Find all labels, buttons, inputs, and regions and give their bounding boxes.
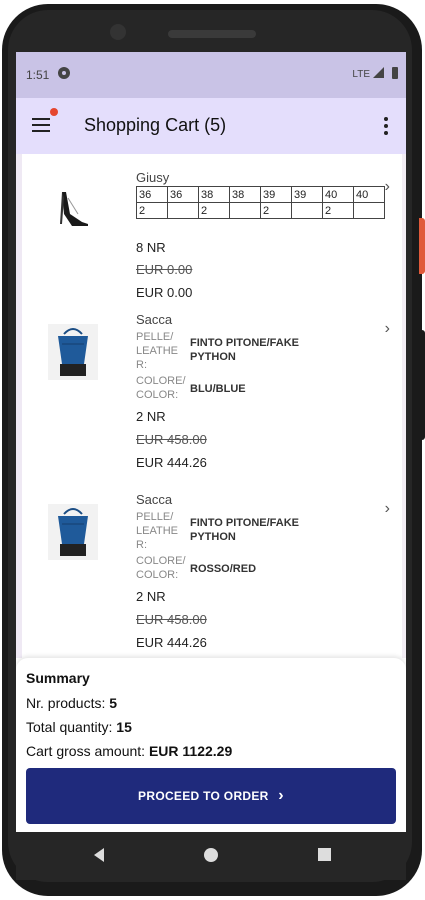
- status-bar: 1:51 LTE: [16, 52, 406, 98]
- size-cell: 38: [198, 186, 230, 203]
- power-button: [419, 218, 425, 274]
- earpiece: [168, 30, 256, 38]
- item-name: Sacca: [136, 312, 173, 327]
- summary-amount: Cart gross amount: EUR 1122.29: [26, 743, 232, 759]
- bag-thumbnail-red: [48, 504, 98, 560]
- quantity-label: Total quantity:: [26, 719, 113, 735]
- chevron-right-icon[interactable]: ›: [385, 320, 390, 338]
- attribute-value: ROSSO/RED: [190, 563, 257, 575]
- quantity-value: 15: [116, 719, 132, 735]
- back-icon[interactable]: [94, 848, 104, 862]
- attribute-label: COLORE/ COLOR:: [136, 555, 186, 581]
- item-quantity: 2 NR: [136, 409, 166, 424]
- amount-label: Cart gross amount:: [26, 743, 146, 759]
- bag-thumbnail-blue: [48, 324, 98, 380]
- size-cell: 40: [353, 186, 385, 203]
- item-original-price: EUR 0.00: [136, 262, 193, 277]
- network-type: LTE: [352, 69, 370, 80]
- attribute-label: PELLE/ LEATHE R:: [136, 331, 178, 371]
- qty-cell: [167, 202, 199, 219]
- cart-list[interactable]: Giusy › 36 36 38 38 39 39 40 40 2 2 2 2 …: [16, 154, 406, 658]
- attribute-label: PELLE/ LEATHE R:: [136, 511, 178, 551]
- home-icon[interactable]: [204, 848, 218, 862]
- cart-item[interactable]: Sacca › PELLE/ LEATHE R: FINTO PITONE/FA…: [16, 306, 406, 486]
- hamburger-menu-icon[interactable]: [32, 118, 50, 132]
- proceed-button-label: PROCEED TO ORDER: [138, 789, 269, 803]
- proceed-to-order-button[interactable]: PROCEED TO ORDER ›: [26, 768, 396, 824]
- app-screen: 1:51 LTE Shopping Cart (5) Giusy › 36 36…: [16, 52, 406, 832]
- shoe-thumbnail: [60, 192, 88, 226]
- cart-item[interactable]: Giusy › 36 36 38 38 39 39 40 40 2 2 2 2 …: [16, 164, 406, 314]
- app-bar: Shopping Cart (5): [16, 98, 406, 154]
- size-cell: 39: [260, 186, 292, 203]
- size-cell: 38: [229, 186, 261, 203]
- size-cell: 36: [167, 186, 199, 203]
- more-options-icon[interactable]: [384, 117, 388, 138]
- qty-cell: 2: [322, 202, 354, 219]
- item-price: EUR 0.00: [136, 285, 193, 300]
- qty-cell: 2: [260, 202, 292, 219]
- item-price: EUR 444.26: [136, 455, 207, 470]
- page-title: Shopping Cart (5): [84, 115, 227, 135]
- cart-summary: Summary Nr. products: 5 Total quantity: …: [16, 658, 406, 832]
- qty-cell: 2: [198, 202, 230, 219]
- attribute-value: FINTO PITONE/FAKE PYTHON: [190, 517, 299, 543]
- front-camera: [110, 24, 126, 40]
- system-nav-bar: [16, 832, 406, 880]
- size-cell: 39: [291, 186, 323, 203]
- item-price: EUR 444.26: [136, 635, 207, 650]
- notification-icon: [58, 67, 70, 79]
- volume-button: [419, 330, 425, 440]
- phone-frame: 1:51 LTE Shopping Cart (5) Giusy › 36 36…: [0, 0, 425, 900]
- item-quantity: 2 NR: [136, 589, 166, 604]
- attribute-value: FINTO PITONE/FAKE PYTHON: [190, 337, 299, 363]
- list-edge-left: [16, 154, 22, 658]
- summary-title: Summary: [26, 670, 90, 686]
- products-value: 5: [109, 695, 118, 711]
- amount-value: EUR 1122.29: [148, 743, 233, 759]
- products-label: Nr. products:: [26, 695, 106, 711]
- recent-apps-icon[interactable]: [318, 848, 331, 861]
- battery-icon: [392, 67, 398, 79]
- attribute-label: COLORE/ COLOR:: [136, 375, 186, 401]
- qty-cell: [291, 202, 323, 219]
- list-edge-right: [402, 154, 406, 658]
- chevron-right-icon: ›: [278, 787, 284, 804]
- item-name: Giusy: [136, 170, 170, 185]
- notification-dot-icon: [50, 108, 58, 116]
- size-cell: 36: [136, 186, 168, 203]
- qty-cell: [353, 202, 385, 219]
- qty-cell: [229, 202, 261, 219]
- summary-quantity: Total quantity: 15: [26, 719, 132, 735]
- item-original-price: EUR 458.00: [136, 612, 207, 627]
- item-name: Sacca: [136, 492, 173, 507]
- item-quantity: 8 NR: [136, 240, 166, 255]
- size-quantity-table: 36 36 38 38 39 39 40 40 2 2 2 2: [136, 186, 385, 219]
- summary-products: Nr. products: 5: [26, 695, 117, 711]
- item-original-price: EUR 458.00: [136, 432, 207, 447]
- status-time: 1:51: [26, 68, 50, 82]
- signal-icon: [373, 67, 384, 78]
- size-cell: 40: [322, 186, 354, 203]
- cart-item[interactable]: Sacca › PELLE/ LEATHE R: FINTO PITONE/FA…: [16, 486, 406, 658]
- chevron-right-icon[interactable]: ›: [385, 178, 390, 196]
- chevron-right-icon[interactable]: ›: [385, 500, 390, 518]
- qty-cell: 2: [136, 202, 168, 219]
- attribute-value: BLU/BLUE: [190, 383, 246, 395]
